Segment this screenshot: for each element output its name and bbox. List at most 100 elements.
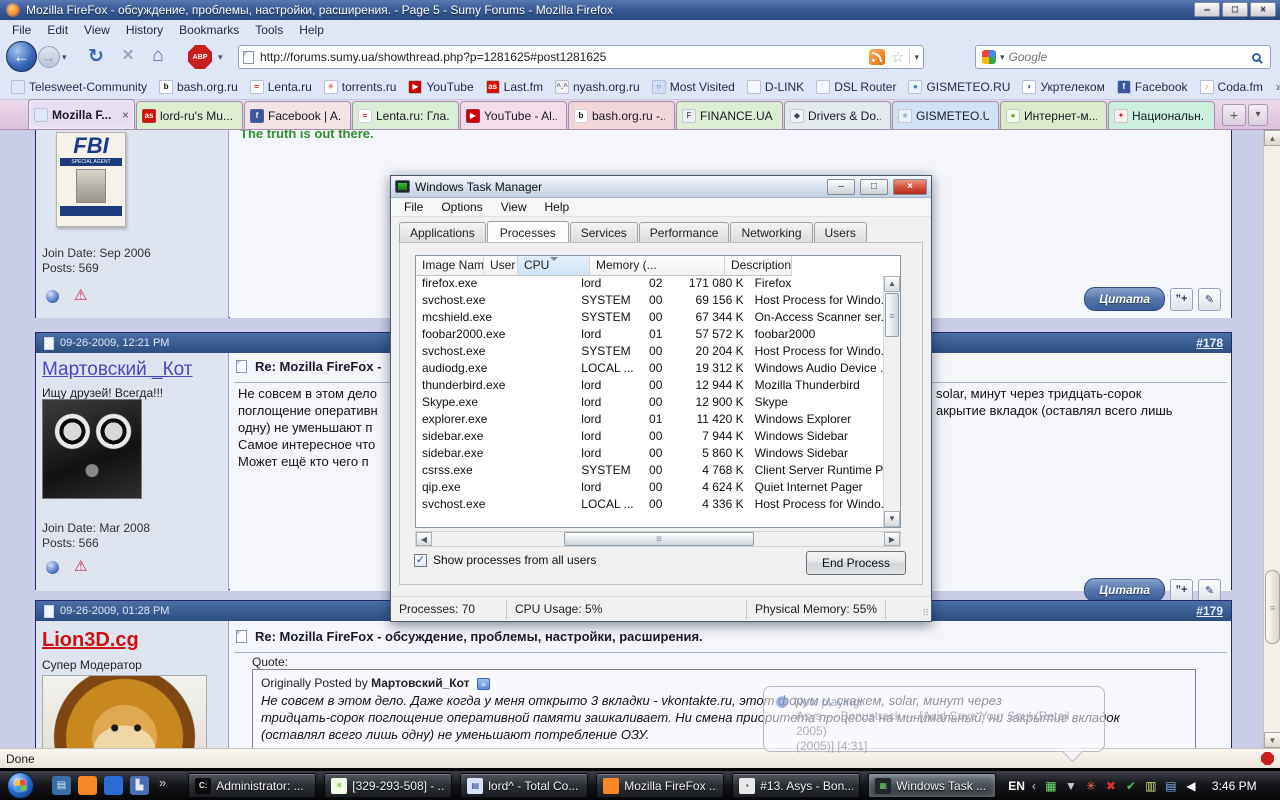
menu-item[interactable]: History	[118, 21, 171, 39]
task-manager-tab[interactable]: Applications	[399, 222, 486, 243]
browser-tab[interactable]: ✦ Национальн...	[1108, 101, 1215, 129]
menu-item[interactable]: Bookmarks	[171, 21, 247, 39]
search-input[interactable]	[1009, 50, 1248, 64]
task-manager-tab[interactable]: Performance	[639, 222, 730, 243]
bookmarks-overflow-chevron-icon[interactable]: »	[1270, 80, 1280, 94]
column-header[interactable]: Image Name	[416, 256, 484, 276]
multiquote-button[interactable]: ”+	[1170, 579, 1193, 602]
quick-launch-icon[interactable]: ▤	[52, 776, 71, 795]
tray-icon[interactable]: ◀	[1183, 778, 1199, 794]
process-row[interactable]: svchost.exe SYSTEM 00 20 204 K Host Proc…	[416, 344, 883, 361]
minimize-button[interactable]: –	[827, 179, 855, 195]
stop-button[interactable]: ×	[116, 44, 140, 68]
avatar[interactable]: FBI SPECIAL AGENT	[56, 132, 126, 227]
browser-tab[interactable]: ▶ YouTube - Al...	[460, 101, 567, 129]
show-all-users-checkbox[interactable]: ✓	[414, 554, 427, 567]
process-row[interactable]: svchost.exe SYSTEM 00 69 156 K Host Proc…	[416, 293, 883, 310]
tray-icon[interactable]: ✳	[1083, 778, 1099, 794]
scroll-right-icon[interactable]: ▶	[884, 532, 900, 546]
username-link[interactable]: Lion3D.cg	[42, 629, 139, 652]
online-status-icon[interactable]	[46, 561, 59, 574]
username-link[interactable]: Мартовский _Кот	[42, 359, 193, 381]
menu-item[interactable]: File	[4, 21, 39, 39]
search-engine-dropdown-icon[interactable]: ▾	[1000, 52, 1005, 63]
scroll-down-icon[interactable]: ▼	[884, 511, 900, 527]
bookmark-item[interactable]: D-LINK	[742, 78, 809, 96]
resize-grip[interactable]: ⠿	[922, 608, 929, 619]
search-bar[interactable]: ▾	[975, 45, 1271, 69]
back-button[interactable]: ←	[6, 41, 37, 72]
process-row[interactable]: firefox.exe lord 02 171 080 K Firefox	[416, 276, 883, 293]
bookmark-item[interactable]: ≈ Lenta.ru	[245, 78, 317, 96]
quick-launch-icon[interactable]	[104, 776, 123, 795]
process-row[interactable]: qip.exe lord 00 4 624 K Quiet Internet P…	[416, 480, 883, 497]
taskbar-button[interactable]: ▪ #13. Asys - Bon...	[732, 773, 860, 798]
column-header[interactable]: Description	[725, 256, 792, 276]
table-scrollbar-vertical[interactable]: ▲ ≡ ▼	[883, 276, 900, 527]
avatar[interactable]	[42, 399, 142, 499]
task-manager-tab[interactable]: Processes	[487, 221, 569, 244]
scrollbar-thumb[interactable]: ≡	[885, 293, 899, 337]
browser-tab[interactable]: f Facebook | A...	[244, 101, 351, 129]
adblock-plus-button[interactable]: ABP	[188, 45, 212, 69]
tab-list-dropdown-icon[interactable]: ▾	[1248, 104, 1268, 126]
scrollbar-thumb[interactable]: ≡	[1265, 570, 1280, 644]
bookmark-item[interactable]: Telesweet-Community	[6, 78, 152, 96]
menu-item[interactable]: Edit	[39, 21, 76, 39]
bookmark-item[interactable]: ◗ Укртелеком	[1017, 78, 1109, 96]
bookmark-item[interactable]: ○ Most Visited	[647, 78, 740, 96]
search-icon[interactable]	[1252, 53, 1261, 62]
column-header[interactable]: CPU	[518, 256, 590, 276]
quick-reply-button[interactable]: ✎	[1198, 288, 1221, 311]
scroll-up-icon[interactable]: ▲	[884, 276, 900, 292]
close-button[interactable]: ×	[893, 179, 927, 195]
quick-launch-icon[interactable]: ▙	[130, 776, 149, 795]
quick-launch-overflow-icon[interactable]: »	[159, 775, 166, 790]
column-header[interactable]: User Name	[484, 256, 518, 276]
post-number-link[interactable]: #179	[1196, 604, 1223, 618]
quick-launch-icon[interactable]	[78, 776, 97, 795]
bookmark-item[interactable]: ● GISMETEO.RU	[903, 78, 1015, 96]
browser-tab[interactable]: F FINANCE.UA...	[676, 101, 783, 129]
window-control-button[interactable]: □	[1222, 2, 1248, 17]
google-icon[interactable]	[982, 50, 996, 64]
bookmark-item[interactable]: as Last.fm	[481, 78, 548, 96]
process-row[interactable]: Skype.exe lord 00 12 900 K Skype	[416, 395, 883, 412]
menu-item[interactable]: View	[76, 21, 118, 39]
quote-button[interactable]: Цитата	[1084, 578, 1165, 602]
menu-item[interactable]: File	[395, 199, 432, 215]
bookmark-item[interactable]: ^.^ nyash.org.ru	[550, 78, 645, 96]
new-tab-button[interactable]: +	[1222, 104, 1246, 126]
adblock-dropdown-icon[interactable]: ▾	[218, 52, 223, 63]
forward-button[interactable]: →	[38, 46, 60, 68]
post-number-link[interactable]: #178	[1196, 336, 1223, 350]
menu-item[interactable]: Options	[432, 199, 491, 215]
task-manager-tab[interactable]: Services	[570, 222, 638, 243]
scroll-up-icon[interactable]: ▲	[1264, 130, 1280, 146]
browser-tab[interactable]: b bash.org.ru -...	[568, 101, 675, 129]
menu-item[interactable]: Help	[291, 21, 332, 39]
tray-icon[interactable]: ▦	[1043, 778, 1059, 794]
quick-reply-button[interactable]: ✎	[1198, 579, 1221, 602]
window-control-button[interactable]: ×	[1250, 2, 1276, 17]
tray-icon[interactable]: ✔	[1123, 778, 1139, 794]
language-indicator[interactable]: EN	[1008, 779, 1025, 793]
table-scrollbar-horizontal[interactable]: ◀ ≡ ▶	[415, 531, 901, 547]
process-row[interactable]: sidebar.exe lord 00 7 944 K Windows Side…	[416, 429, 883, 446]
bookmark-item[interactable]: ✳ torrents.ru	[319, 78, 402, 96]
taskbar-button[interactable]: ✳ [329-293-508] - ...	[324, 773, 452, 798]
process-row[interactable]: mcshield.exe SYSTEM 00 67 344 K On-Acces…	[416, 310, 883, 327]
goto-quoted-post-icon[interactable]: »	[477, 678, 490, 690]
address-input[interactable]	[260, 50, 869, 64]
tray-icon[interactable]: ▼	[1063, 778, 1079, 794]
scrollbar-thumb[interactable]: ≡	[564, 532, 754, 546]
browser-tab[interactable]: ◆ Drivers & Do...	[784, 101, 891, 129]
home-button[interactable]: ⌂	[146, 44, 170, 68]
multiquote-button[interactable]: ”+	[1170, 288, 1193, 311]
taskbar-button[interactable]: C: Administrator: ...	[188, 773, 316, 798]
report-post-icon[interactable]: ⚠	[74, 557, 87, 575]
tray-collapse-icon[interactable]: ‹	[1032, 779, 1036, 793]
report-post-icon[interactable]: ⚠	[74, 286, 87, 304]
browser-tab[interactable]: as lord-ru's Mu...	[136, 101, 243, 129]
scroll-down-icon[interactable]: ▼	[1264, 732, 1280, 748]
